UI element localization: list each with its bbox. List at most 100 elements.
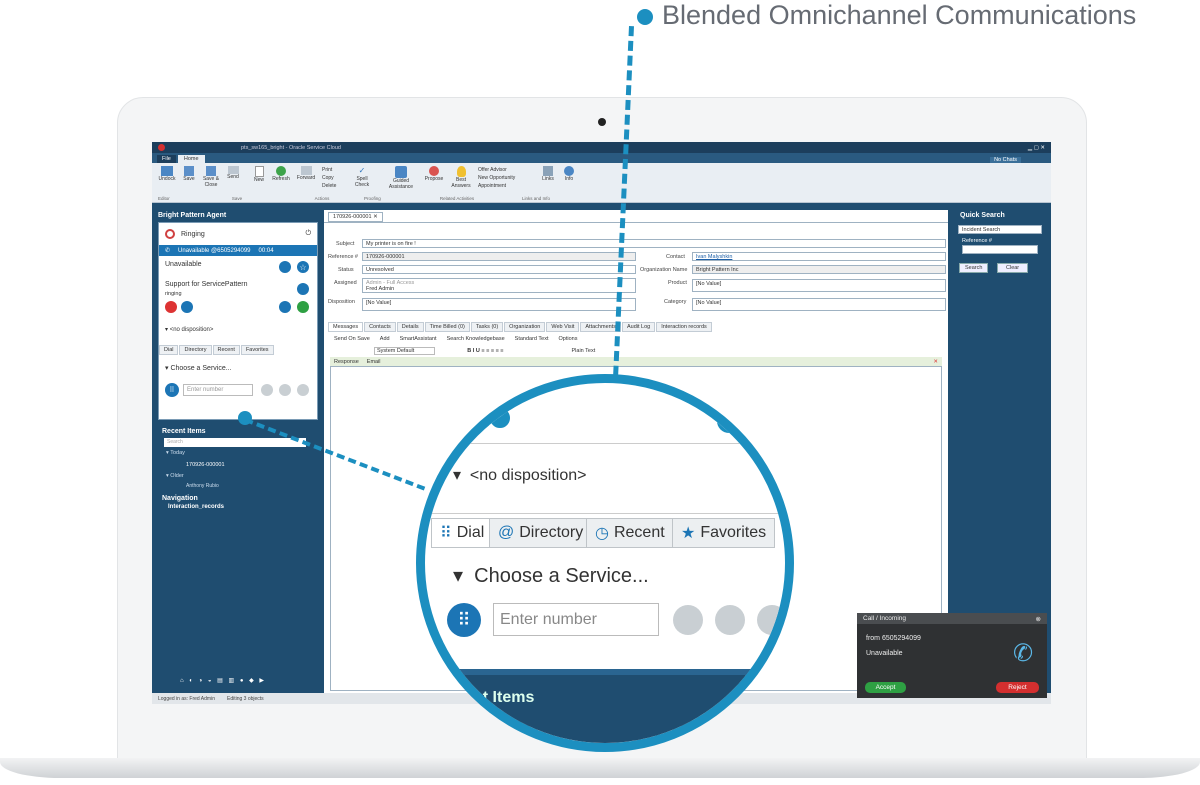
ribbon-button-save-close[interactable]: Save & Close	[202, 166, 220, 190]
mag-conference-icon[interactable]	[715, 605, 745, 635]
mag-number-input[interactable]: Enter number	[493, 603, 659, 636]
number-input[interactable]: Enter number	[183, 384, 253, 396]
mag-disposition[interactable]: ▾ <no disposition>	[453, 465, 586, 485]
recent-item[interactable]: 170926-000001	[186, 462, 225, 468]
status-field[interactable]: Unresolved	[362, 265, 636, 274]
ribbon-button-new[interactable]: New	[252, 166, 266, 190]
hangup-icon[interactable]	[165, 301, 177, 313]
send-on-save[interactable]: Send On Save	[334, 336, 370, 342]
window-controls[interactable]: ▁ ▢ ✕	[1028, 145, 1051, 151]
tab-directory[interactable]: Directory	[179, 345, 212, 355]
ribbon-button-links[interactable]: Links	[540, 166, 556, 190]
ribbon-button-undock[interactable]: Undock	[158, 166, 176, 190]
mag-top-icon-right	[717, 409, 741, 433]
transfer-icon[interactable]	[279, 301, 291, 313]
mag-choose-service[interactable]: ▾ Choose a Service...	[453, 563, 649, 588]
subject-field[interactable]: My printer is on fire !	[362, 239, 946, 248]
delete-button[interactable]: Delete	[322, 182, 346, 190]
close-response-icon[interactable]: ✕	[933, 359, 938, 365]
mag-tab-recent[interactable]: ◷ Recent	[586, 518, 674, 548]
home-tab[interactable]: Home	[177, 155, 205, 163]
org-field: Bright Pattern Inc	[692, 265, 946, 274]
status-label: Status	[338, 267, 354, 273]
older-item[interactable]: Anthony Rubio	[186, 483, 219, 489]
ribbon-button-forward[interactable]: Forward	[296, 166, 316, 190]
agent-state[interactable]: Unavailable	[165, 261, 202, 268]
standard-text[interactable]: Standard Text	[515, 336, 549, 342]
search-button[interactable]: Search	[959, 263, 989, 273]
tab-audit-log[interactable]: Audit Log	[621, 322, 656, 332]
search-type-select[interactable]: Incident Search	[958, 225, 1042, 234]
font-select[interactable]: System Default	[374, 347, 436, 355]
ribbon-button-propose[interactable]: Propose	[424, 166, 444, 190]
ribbon-button-save[interactable]: Save	[182, 166, 196, 190]
ribbon-button-refresh[interactable]: Refresh	[272, 166, 290, 190]
dialpad-icon[interactable]: ⠿	[165, 383, 179, 397]
mic-icon[interactable]	[297, 283, 309, 295]
star-icon[interactable]: ☆	[297, 261, 309, 273]
call-close-icon[interactable]: ⊗	[1036, 615, 1041, 623]
options[interactable]: Options	[559, 336, 578, 342]
offer-advisor-button[interactable]: Offer Advisor	[478, 166, 534, 174]
new-opportunity-button[interactable]: New Opportunity	[478, 174, 534, 182]
chat-icon[interactable]	[279, 261, 291, 273]
tab-messages[interactable]: Messages	[328, 322, 364, 332]
tab-dial[interactable]: Dial	[159, 345, 179, 355]
file-tab[interactable]: File	[157, 155, 176, 163]
add-menu[interactable]: Add	[380, 336, 390, 342]
tab-contacts[interactable]: Contacts	[364, 322, 396, 332]
reject-button[interactable]: Reject	[996, 682, 1039, 693]
ref-label: Reference #	[962, 238, 992, 244]
tab-interaction-records[interactable]: Interaction records	[656, 322, 712, 332]
format-icons[interactable]: B I U ≡ ≡ ≡ ≡ ≡	[467, 348, 503, 354]
tab-organization[interactable]: Organization	[504, 322, 546, 332]
ref-input[interactable]	[962, 245, 1038, 254]
call-icon[interactable]	[261, 384, 273, 396]
mag-consult-icon[interactable]	[757, 605, 785, 635]
ribbon-button-info[interactable]: Info	[562, 166, 576, 190]
conference-icon[interactable]	[279, 384, 291, 396]
mag-footer-text: nt Items	[473, 689, 535, 706]
print-button[interactable]: Print	[322, 166, 346, 174]
choose-service[interactable]: ▾ Choose a Service...	[165, 364, 232, 372]
email-select[interactable]: Email	[367, 359, 381, 365]
nav-toolbar-icons[interactable]: ⌂ ◐ ◑ ◒ ▤ ▥ ● ◆ ▶	[180, 677, 266, 684]
tab-web-visit[interactable]: Web Visit	[546, 322, 580, 332]
disposition-field[interactable]: [No Value]	[362, 298, 636, 311]
tab-recent[interactable]: Recent	[212, 345, 240, 355]
agent-status-bar: ✆ Unavailable @6505294099 00:04	[159, 245, 317, 256]
product-field[interactable]: [No Value]	[692, 279, 946, 292]
disposition-select[interactable]: ▾ <no disposition>	[165, 326, 213, 333]
incident-tab[interactable]: 170926-000001 ✕	[328, 212, 383, 222]
group-actions: Actions	[314, 196, 330, 201]
clear-button[interactable]: Clear	[997, 263, 1029, 273]
mag-tab-favorites[interactable]: ★ Favorites	[672, 518, 776, 548]
power-icon[interactable]: ⏻	[305, 230, 311, 238]
tab-tasks[interactable]: Tasks (0)	[470, 322, 504, 332]
appointment-button[interactable]: Appointment	[478, 182, 534, 190]
assigned-field[interactable]: Admin - Full Access Fred Admin	[362, 278, 636, 293]
mag-call-icon[interactable]	[673, 605, 703, 635]
smart-assistant[interactable]: SmartAssistant	[400, 336, 437, 342]
answer-icon[interactable]	[297, 301, 309, 313]
tab-time-billed[interactable]: Time Billed (0)	[424, 322, 470, 332]
mag-tab-dial[interactable]: ⠿ Dial	[431, 518, 494, 548]
mag-dialpad-button[interactable]: ⠿	[447, 603, 481, 637]
ribbon-button-send[interactable]: Send	[226, 166, 240, 190]
record-icon[interactable]	[181, 301, 193, 313]
consult-icon[interactable]	[297, 384, 309, 396]
recent-search[interactable]: Search	[164, 438, 306, 447]
copy-button[interactable]: Copy	[322, 174, 346, 182]
search-kb[interactable]: Search Knowledgebase	[447, 336, 505, 342]
ribbon-button-guided-assistance[interactable]: Guided Assistance	[384, 166, 418, 190]
accept-button[interactable]: Accept	[865, 682, 906, 693]
ribbon-button-best-answers[interactable]: Best Answers	[450, 166, 472, 190]
nav-item[interactable]: Interaction_records	[168, 504, 224, 510]
tab-favorites[interactable]: Favorites	[240, 345, 274, 355]
tab-details[interactable]: Details	[396, 322, 424, 332]
category-field[interactable]: [No Value]	[692, 298, 946, 311]
contact-field[interactable]: Ivan Malyshkin	[692, 252, 946, 261]
mag-tab-directory[interactable]: @ Directory	[489, 518, 593, 548]
ribbon-button-spell-check[interactable]: ✓ Spell Check	[352, 166, 372, 190]
plain-text[interactable]: Plain Text	[572, 348, 596, 354]
